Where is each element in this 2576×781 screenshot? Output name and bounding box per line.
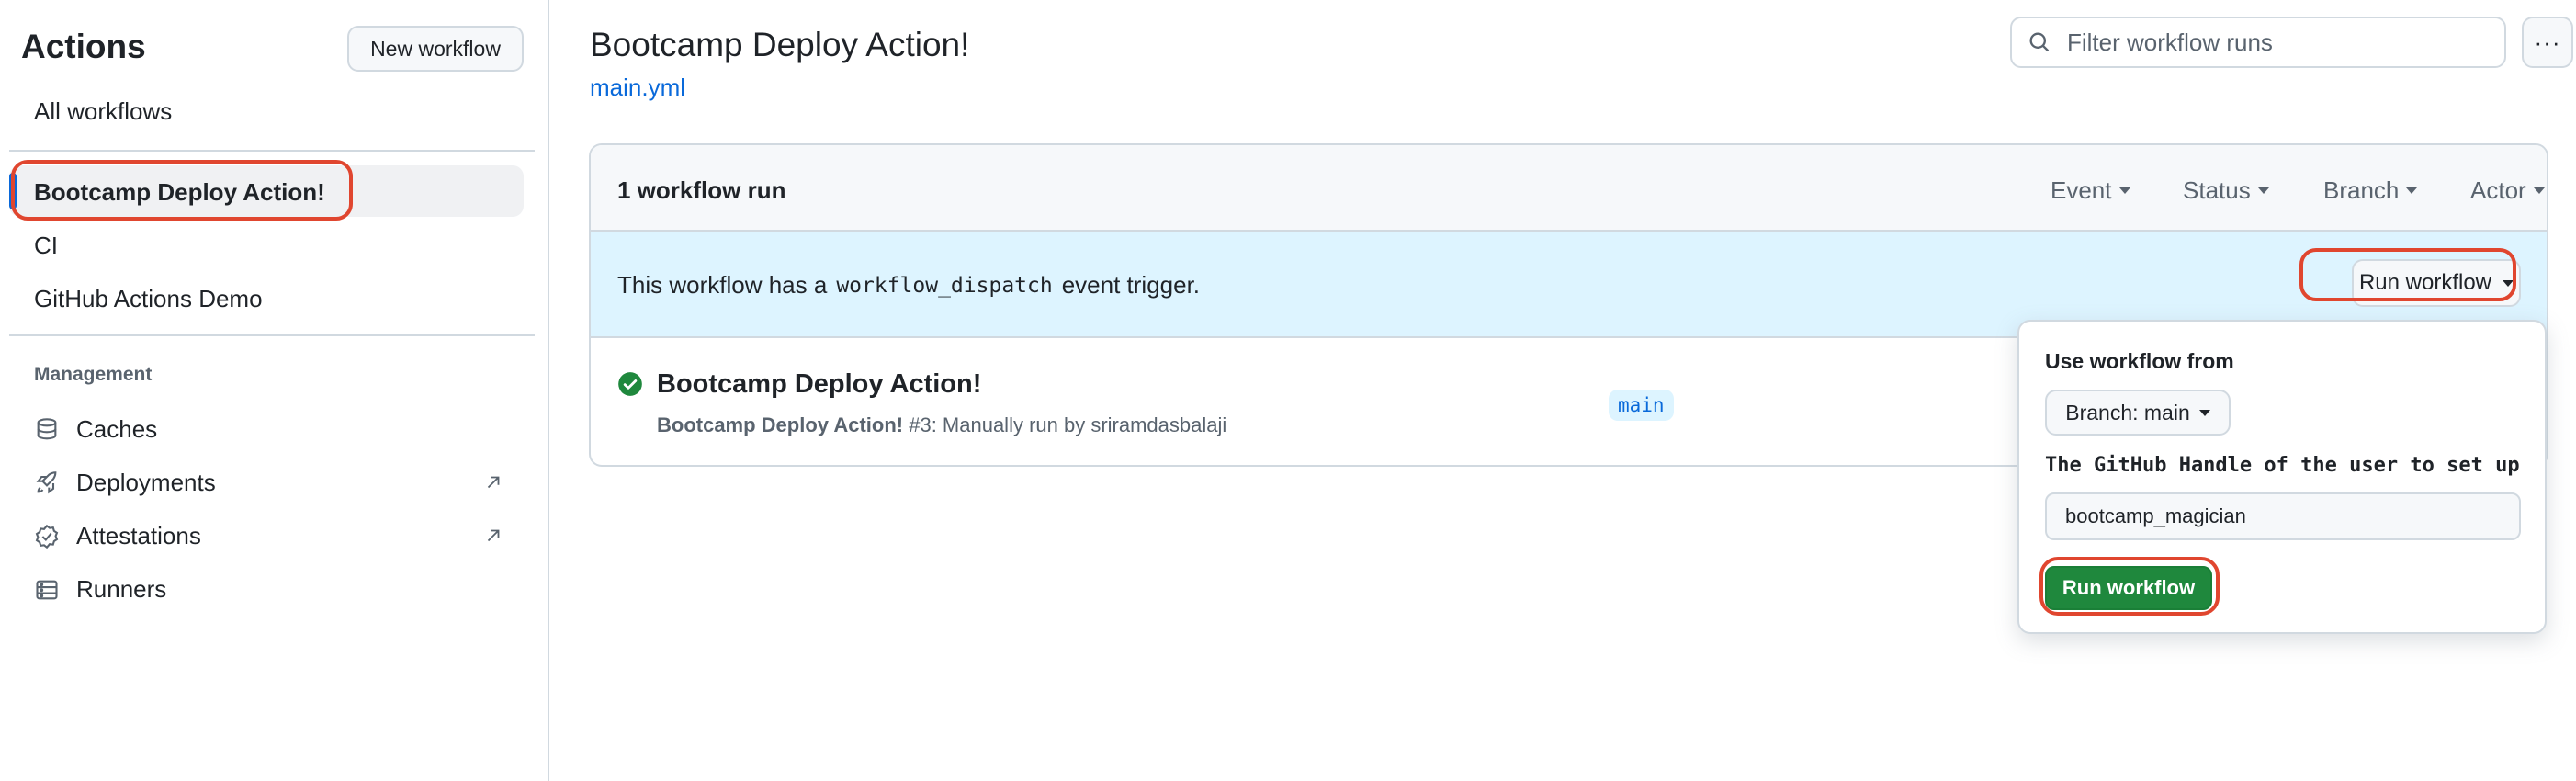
external-link-icon (487, 476, 500, 489)
dispatch-message: This workflow has a workflow_dispatch ev… (617, 271, 1200, 300)
branch-tag[interactable]: main (1609, 390, 1674, 421)
caret-down-icon (2257, 187, 2269, 194)
verified-icon (35, 524, 59, 549)
rocket-icon (36, 470, 57, 493)
sidebar-title: Actions (21, 28, 146, 65)
dispatch-code: workflow_dispatch (836, 273, 1053, 298)
sidebar-item-deployments[interactable]: Deployments (34, 469, 216, 497)
sidebar-item-all-workflows[interactable]: All workflows (34, 97, 172, 126)
server-icon (36, 580, 58, 599)
search-icon (2029, 32, 2050, 52)
run-subtitle: Bootcamp Deploy Action! #3: Manually run… (657, 413, 1226, 437)
dispatch-prefix: This workflow has a (617, 271, 828, 299)
run-title-link[interactable]: Bootcamp Deploy Action! (657, 369, 981, 400)
sidebar-item-github-actions-demo[interactable]: GitHub Actions Demo (34, 285, 263, 313)
caret-down-icon (2533, 187, 2545, 194)
sidebar-item-ci[interactable]: CI (34, 232, 58, 260)
dropdown-label: Branch (2323, 176, 2400, 204)
sidebar-divider (9, 150, 535, 152)
filter-placeholder: Filter workflow runs (2067, 28, 2273, 56)
more-options-button[interactable]: ··· (2522, 17, 2573, 68)
dropdown-label: Event (2051, 176, 2112, 204)
new-workflow-button[interactable]: New workflow (347, 26, 524, 72)
use-workflow-from-label: Use workflow from (2045, 349, 2234, 373)
runs-header: 1 workflow run Event Status Branch Actor (591, 145, 2547, 232)
external-link-icon (487, 529, 500, 542)
filter-runs-input[interactable]: Filter workflow runs (2010, 17, 2506, 68)
highlight-annotation-submit (2039, 557, 2220, 616)
sidebar-divider (9, 334, 535, 336)
branch-select-button[interactable]: Branch: main (2045, 390, 2231, 436)
page-title: Bootcamp Deploy Action! (590, 26, 970, 63)
runs-count: 1 workflow run (617, 176, 786, 204)
event-filter-dropdown[interactable]: Event (2051, 176, 2130, 205)
run-workflow-name: Bootcamp Deploy Action! (657, 413, 904, 436)
sidebar-item-label: Attestations (76, 522, 201, 549)
sidebar-item-caches[interactable]: Caches (34, 415, 157, 444)
github-handle-input[interactable] (2045, 492, 2521, 540)
run-detail: #3: Manually run by sriramdasbalaji (909, 413, 1227, 436)
highlight-annotation-sidebar (11, 160, 353, 221)
sidebar: Actions New workflow All workflows Bootc… (0, 0, 549, 781)
button-label: Branch: main (2065, 400, 2190, 424)
sidebar-item-label: Deployments (76, 469, 216, 496)
caret-down-icon (2118, 187, 2130, 194)
highlight-annotation-run-button (2299, 248, 2516, 301)
database-icon (37, 417, 57, 439)
sidebar-item-attestations[interactable]: Attestations (34, 522, 201, 550)
status-filter-dropdown[interactable]: Status (2183, 176, 2269, 205)
actor-filter-dropdown[interactable]: Actor (2470, 176, 2545, 205)
sidebar-item-label: Runners (76, 575, 167, 603)
branch-filter-dropdown[interactable]: Branch (2323, 176, 2418, 205)
workflow-file-link[interactable]: main.yml (590, 74, 685, 102)
caret-down-icon (2406, 187, 2418, 194)
dropdown-label: Status (2183, 176, 2251, 204)
github-handle-label: The GitHub Handle of the user to set up (2045, 454, 2520, 477)
run-workflow-popover: Use workflow from Branch: main The GitHu… (2017, 320, 2547, 634)
management-heading: Management (34, 364, 153, 385)
dispatch-suffix: event trigger. (1061, 271, 1201, 299)
dropdown-label: Actor (2470, 176, 2526, 204)
sidebar-item-runners[interactable]: Runners (34, 575, 166, 604)
sidebar-item-label: Caches (76, 415, 158, 443)
check-circle-icon (618, 372, 642, 396)
caret-down-icon (2198, 409, 2210, 416)
